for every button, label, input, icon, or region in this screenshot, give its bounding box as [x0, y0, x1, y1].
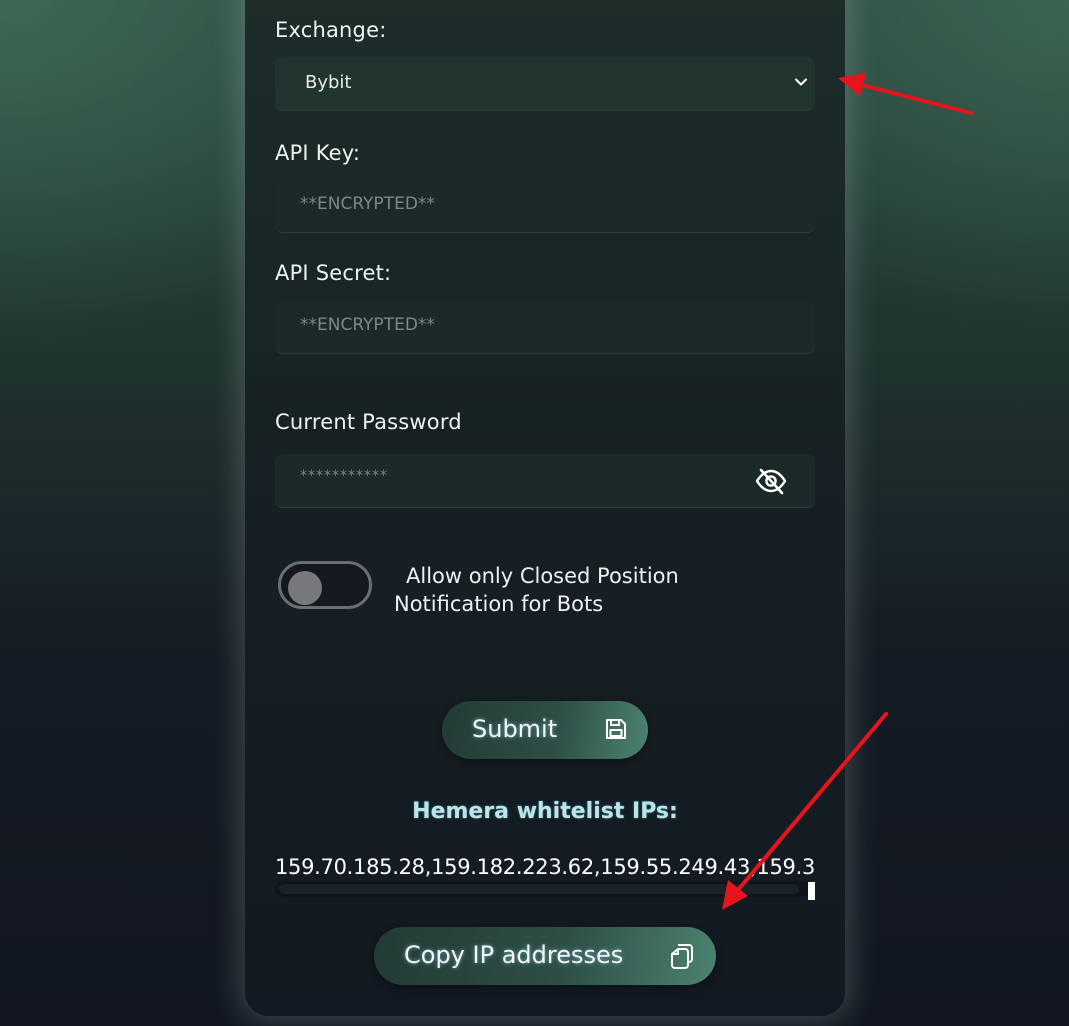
- arrow-to-copy-button: [722, 712, 888, 910]
- annotation-arrows: [722, 73, 973, 910]
- arrow-to-exchange-select: [838, 73, 973, 115]
